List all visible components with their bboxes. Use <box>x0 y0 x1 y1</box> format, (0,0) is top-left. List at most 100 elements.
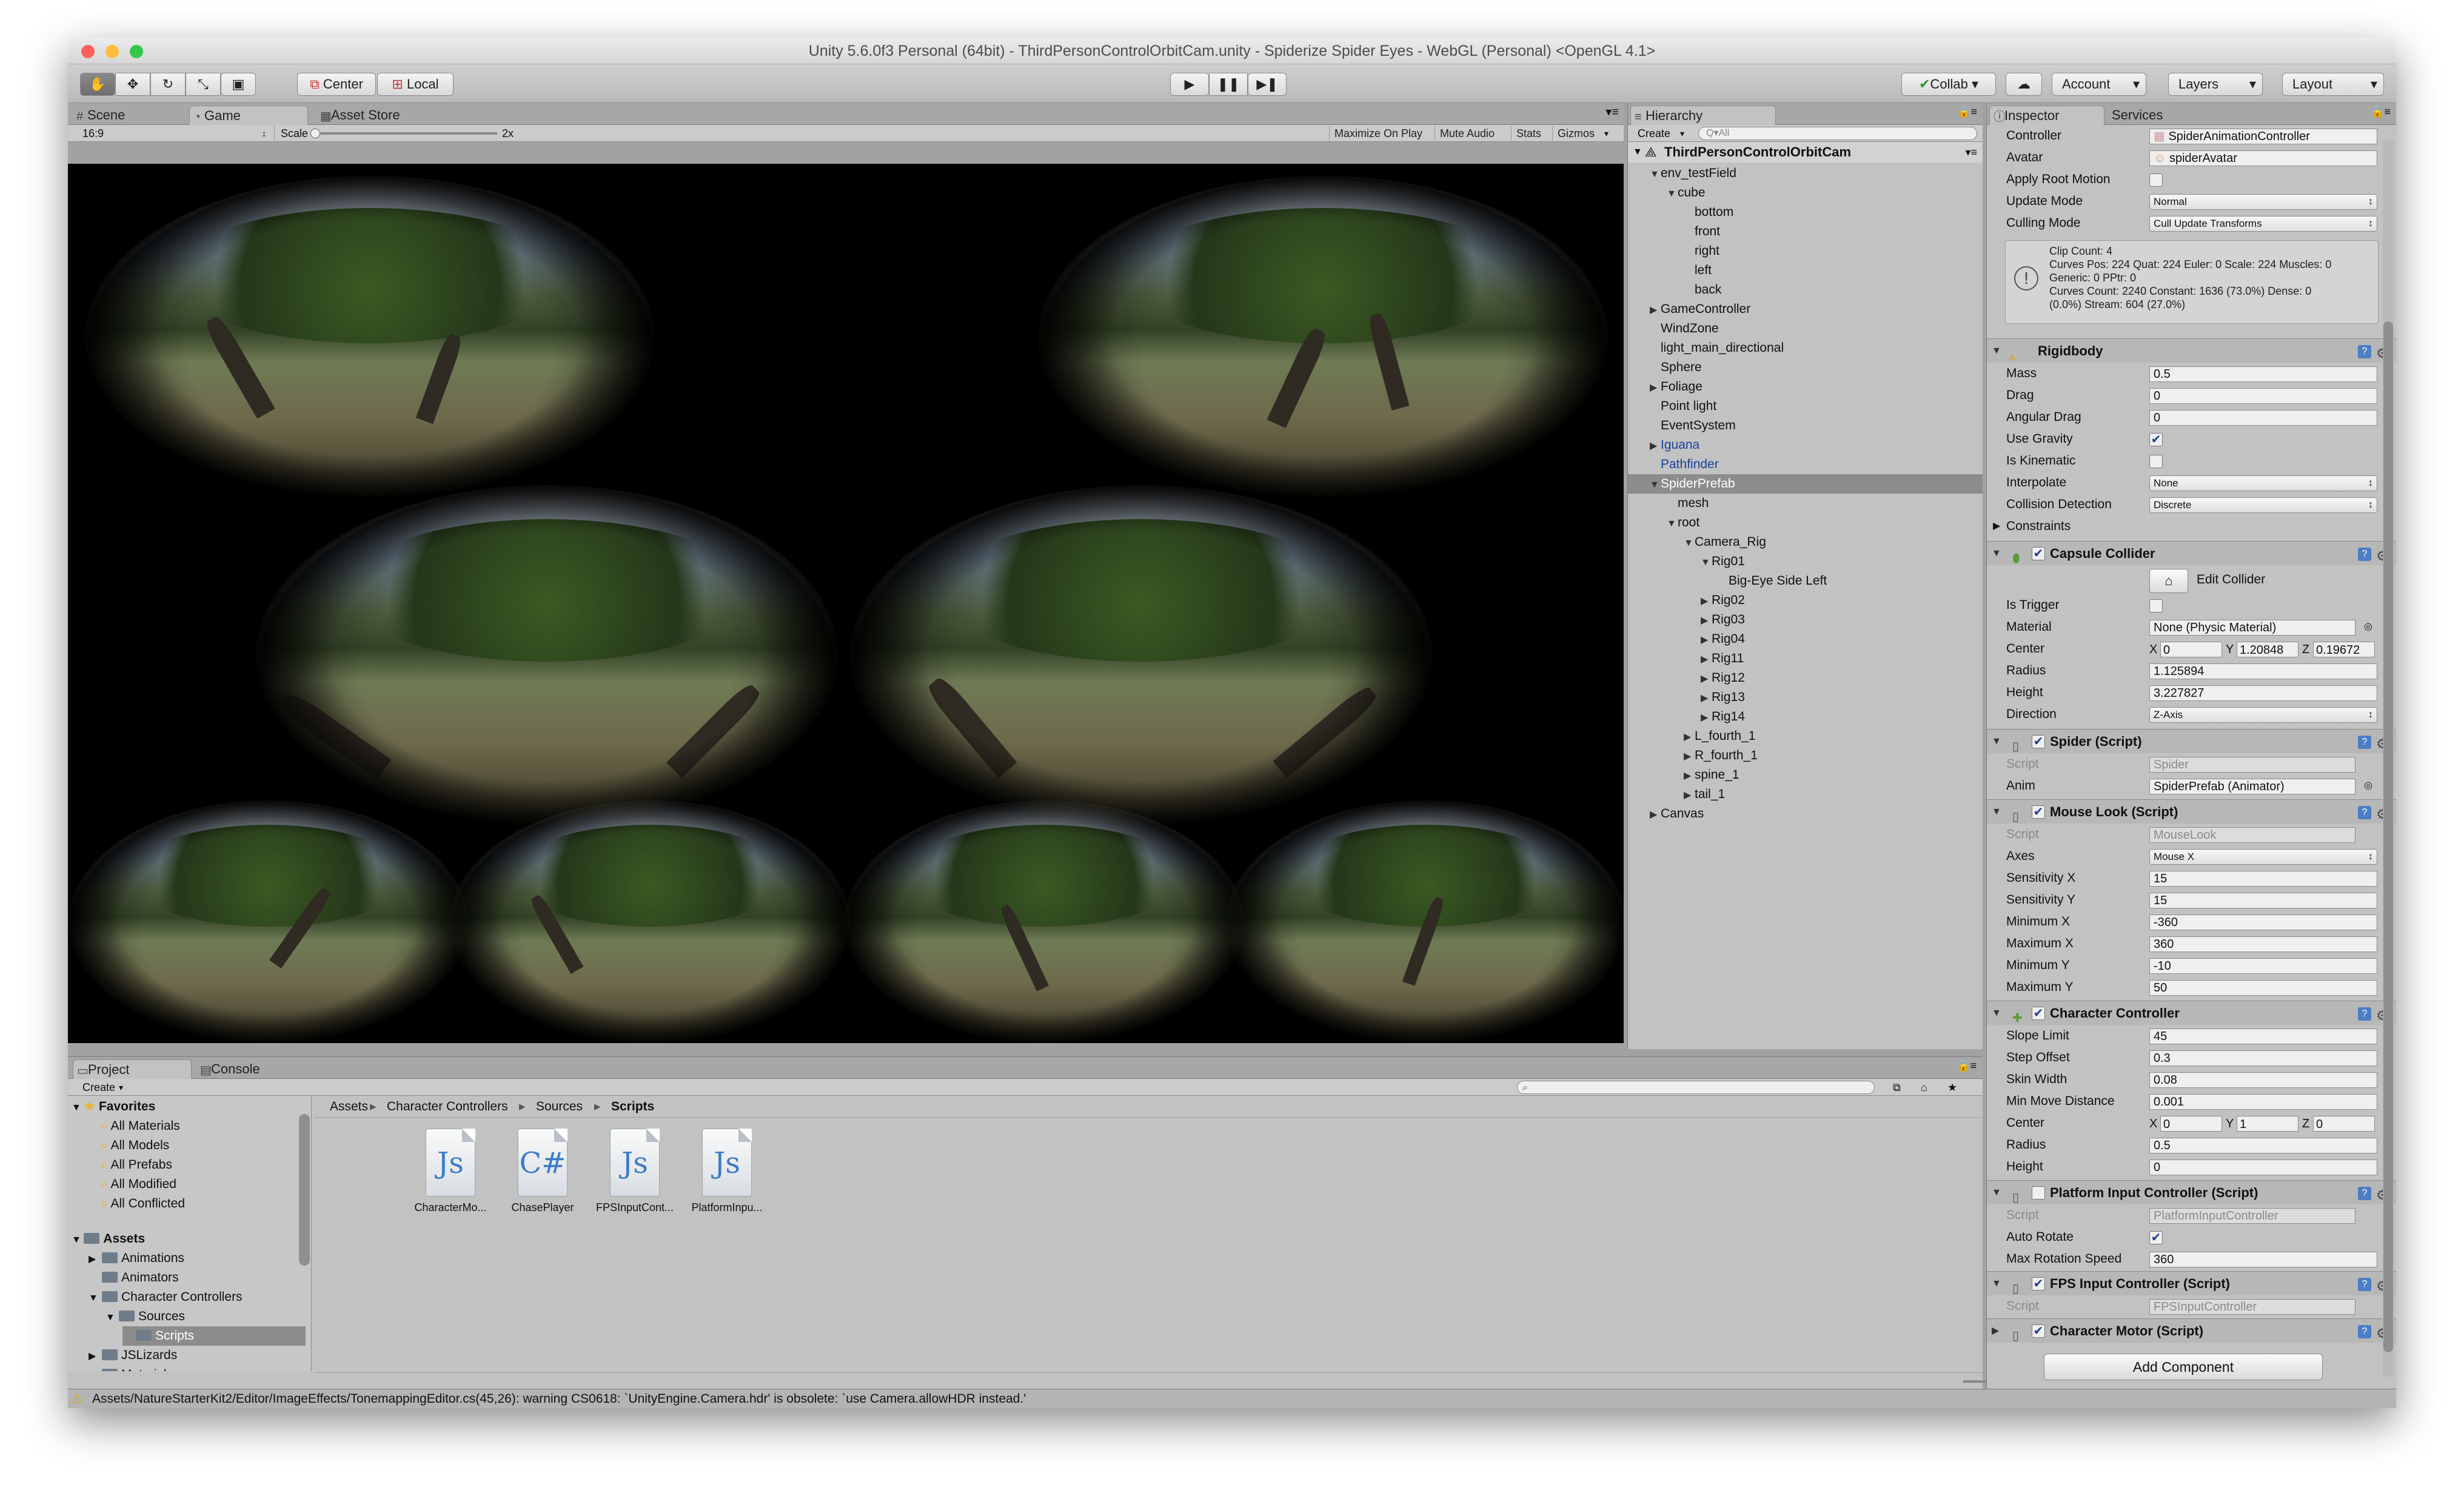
expand-arrow-icon[interactable]: ▶ <box>1684 728 1695 747</box>
asset-folder-item[interactable]: ▶ JSLizards <box>89 1346 177 1365</box>
lock-icon[interactable]: 🔒≡ <box>2371 106 2391 118</box>
hierarchy-item[interactable]: ▼ SpiderPrefab <box>1628 474 1983 494</box>
slope-limit-field[interactable]: 45 <box>2149 1029 2377 1044</box>
hierarchy-item[interactable]: ▶ Rig14 <box>1628 707 1983 727</box>
asset-folder-item[interactable]: ▶ Animations <box>89 1249 184 1268</box>
expand-arrow-icon[interactable]: ▶ <box>1684 786 1695 805</box>
collapse-arrow-icon[interactable]: ▼ <box>1650 165 1661 184</box>
hierarchy-item[interactable]: ▶ Rig11 <box>1628 649 1983 668</box>
axes-dropdown[interactable]: Mouse X <box>2149 849 2377 865</box>
account-dropdown[interactable]: Account ▾ <box>2052 73 2146 96</box>
is-kinematic-checkbox[interactable] <box>2149 455 2163 468</box>
asset-folder-item[interactable]: Scripts <box>122 1326 306 1346</box>
tab-project[interactable]: ▭ Project <box>73 1059 192 1079</box>
auto-rotate-checkbox[interactable]: ✔ <box>2149 1231 2163 1244</box>
hierarchy-item[interactable]: ▶ Rig12 <box>1628 668 1983 688</box>
scale-slider-track[interactable] <box>315 132 497 135</box>
hierarchy-item[interactable]: mesh <box>1628 494 1983 513</box>
center-z-field[interactable]: Z 0.19672 <box>2302 642 2377 657</box>
stats-button[interactable]: Stats <box>1511 126 1546 141</box>
favorite-item[interactable]: ⌕ All Prefabs <box>101 1155 172 1175</box>
hierarchy-item[interactable]: back <box>1628 280 1983 300</box>
play-button[interactable]: ▶ <box>1170 73 1209 96</box>
tree-scrollbar[interactable] <box>299 1114 310 1266</box>
hierarchy-item[interactable]: right <box>1628 241 1983 261</box>
collapse-arrow-icon[interactable]: ▼ <box>1650 475 1661 495</box>
favorite-item[interactable]: ⌕ All Conflicted <box>101 1194 185 1214</box>
hierarchy-item[interactable]: Pathfinder <box>1628 455 1983 474</box>
capsule-radius-field[interactable]: 1.125894 <box>2149 663 2377 679</box>
anim-field[interactable]: SpiderPrefab (Animator) <box>2149 779 2355 794</box>
min-move-distance-field[interactable]: 0.001 <box>2149 1094 2377 1110</box>
expand-arrow-icon[interactable]: ▶ <box>1701 689 1712 708</box>
create-dropdown[interactable]: Create <box>82 1079 115 1096</box>
status-bar[interactable]: ⚠ Assets/NatureStarterKit2/Editor/ImageE… <box>68 1389 2396 1408</box>
collapse-arrow-icon[interactable]: ▼ <box>1667 514 1678 534</box>
expand-arrow-icon[interactable]: ▶ <box>1701 611 1712 631</box>
asset-file[interactable]: Js FPSInputCont... <box>589 1129 680 1214</box>
expand-arrow-icon[interactable]: ▶ <box>1684 767 1695 786</box>
tab-console[interactable]: ▤ Console <box>196 1059 293 1079</box>
capsule-collider-header[interactable]: ▼ ⬮ ✔ Capsule Collider? ⚙ <box>1987 541 2396 565</box>
hierarchy-item[interactable]: ▶ spine_1 <box>1628 765 1983 785</box>
step-button[interactable]: ▶❚ <box>1248 73 1287 96</box>
expand-arrow-icon[interactable]: ▶ <box>89 1250 102 1269</box>
minimum-x-field[interactable]: -360 <box>2149 915 2377 930</box>
hierarchy-item[interactable]: bottom <box>1628 203 1983 222</box>
pivot-local-button[interactable]: ⊞ Local <box>377 73 454 96</box>
center-z-field[interactable]: Z0 <box>2302 1116 2377 1132</box>
hand-tool-button[interactable]: ✋ <box>80 73 115 96</box>
mute-audio-button[interactable]: Mute Audio <box>1435 126 1499 141</box>
max-rotation-speed-field[interactable]: 360 <box>2149 1252 2377 1267</box>
expand-arrow-icon[interactable]: ▶ <box>1701 631 1712 650</box>
material-field[interactable]: None (Physic Material) <box>2149 620 2355 636</box>
hierarchy-item[interactable]: ▼ env_testField <box>1628 164 1983 183</box>
help-icon[interactable]: ? <box>2358 548 2371 561</box>
controller-height-field[interactable]: 0 <box>2149 1160 2377 1175</box>
layout-dropdown[interactable]: Layout ▾ <box>2282 73 2384 96</box>
help-icon[interactable]: ? <box>2358 806 2371 819</box>
asset-file[interactable]: C# ChasePlayer <box>497 1129 588 1214</box>
hierarchy-item[interactable]: ▶ Foliage <box>1628 377 1983 397</box>
lock-icon[interactable]: 🔒≡ <box>1957 1059 1977 1072</box>
favorite-item[interactable]: ⌕ All Models <box>101 1136 169 1155</box>
direction-dropdown[interactable]: Z-Axis <box>2149 707 2377 723</box>
culling-mode-dropdown[interactable]: Cull Update Transforms <box>2149 216 2377 232</box>
label-icon[interactable]: ⌂ <box>1921 1079 1927 1096</box>
spider-script-header[interactable]: ▼ ▯ ✔ Spider (Script)? ⚙ <box>1987 729 2396 753</box>
controller-radius-field[interactable]: 0.5 <box>2149 1138 2377 1153</box>
update-mode-dropdown[interactable]: Normal <box>2149 194 2377 210</box>
collapse-arrow-icon[interactable]: ▼ <box>1701 553 1712 572</box>
center-x-field[interactable]: X0 <box>2149 1116 2225 1132</box>
character-motor-header[interactable]: ▶ ▯ ✔ Character Motor (Script)? ⚙ <box>1987 1318 2396 1343</box>
lock-icon[interactable]: 🔒≡ <box>1957 106 1977 118</box>
tab-hierarchy[interactable]: ≡ Hierarchy <box>1630 106 1776 125</box>
asset-folder-item[interactable]: Animators <box>89 1268 179 1287</box>
platform-input-enabled-checkbox[interactable] <box>2032 1186 2045 1200</box>
hierarchy-item[interactable]: Sphere <box>1628 358 1983 377</box>
hierarchy-item[interactable]: ▶ Iguana <box>1628 435 1983 455</box>
collapse-arrow-icon[interactable]: ▼ <box>1684 534 1695 553</box>
help-icon[interactable]: ? <box>2358 1278 2371 1291</box>
expand-arrow-icon[interactable]: ▶ <box>1701 650 1712 670</box>
collapse-arrow-icon[interactable]: ▼ <box>105 1308 119 1328</box>
asset-folder-item[interactable]: ▼ Character Controllers <box>89 1287 243 1307</box>
cloud-button[interactable]: ☁ <box>2006 73 2042 96</box>
sensitivity-x-field[interactable]: 15 <box>2149 871 2377 887</box>
interpolate-dropdown[interactable]: None <box>2149 475 2377 491</box>
zoom-window-button[interactable] <box>130 45 143 58</box>
help-icon[interactable]: ? <box>2358 736 2371 749</box>
hierarchy-item[interactable]: ▼ Camera_Rig <box>1628 532 1983 552</box>
expand-arrow-icon[interactable]: ▶ <box>1701 592 1712 611</box>
capsule-height-field[interactable]: 3.227827 <box>2149 685 2377 701</box>
asset-folder-item[interactable]: ▼ Sources <box>105 1307 185 1326</box>
hierarchy-item[interactable]: ▶ R_fourth_1 <box>1628 746 1983 765</box>
breadcrumb-item[interactable]: Sources <box>536 1096 583 1118</box>
panel-menu-icon[interactable]: ▾≡ <box>1605 104 1619 119</box>
tab-scene[interactable]: # Scene <box>73 106 182 125</box>
character-controller-enabled-checkbox[interactable]: ✔ <box>2032 1007 2045 1020</box>
hierarchy-item[interactable]: ▶ tail_1 <box>1628 785 1983 804</box>
apply-root-motion-checkbox[interactable] <box>2149 173 2163 187</box>
use-gravity-checkbox[interactable]: ✔ <box>2149 433 2163 446</box>
hierarchy-item[interactable]: ▶ L_fourth_1 <box>1628 727 1983 746</box>
